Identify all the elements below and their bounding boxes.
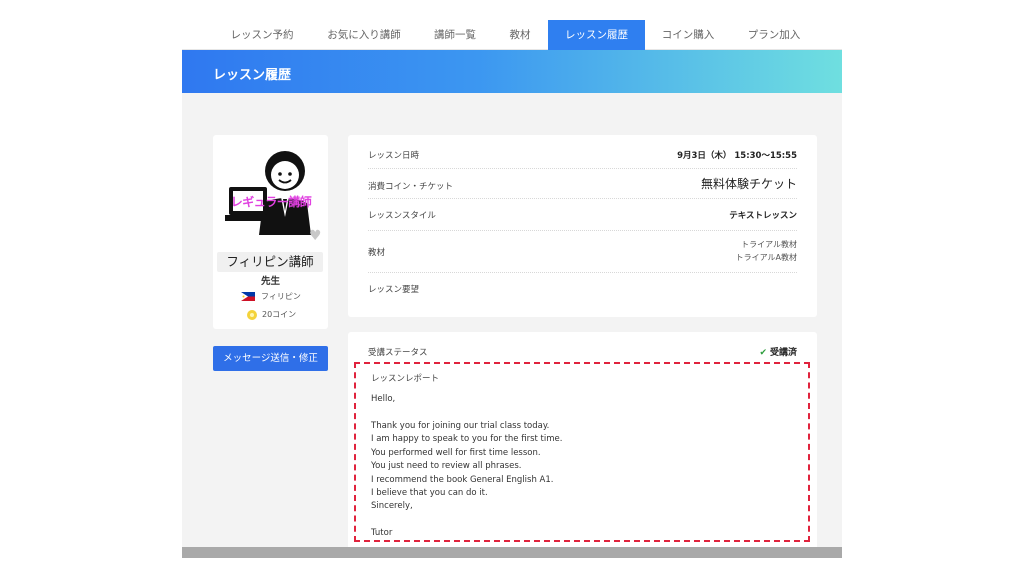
detail-label: レッスン日時 [368,151,420,161]
report-signature: Tutor [371,528,393,538]
coin-icon [247,309,257,320]
check-icon: ✔ [759,348,767,358]
page-banner: レッスン履歴 [182,50,842,93]
heart-icon[interactable]: ♥ [309,228,322,244]
lesson-details-card: レッスン日時 9月3日（木） 15:30〜15:55 消費コイン・チケット 無料… [348,135,817,317]
country-label: フィリピン [261,292,301,301]
detail-row-datetime: レッスン日時 9月3日（木） 15:30〜15:55 [368,135,797,169]
detail-row-requests: レッスン要望 [368,273,797,303]
detail-row-coins: 消費コイン・チケット 無料体験チケット [368,169,797,199]
detail-value: 9月3日（木） 15:30〜15:55 [677,151,797,161]
detail-row-style: レッスンスタイル テキストレッスン [368,199,797,231]
report-line: You just need to review all phrases. [371,461,522,471]
tutor-country: フィリピン [241,291,301,302]
report-line: Thank you for joining our trial class to… [371,421,550,431]
detail-label: レッスンスタイル [368,211,436,221]
tutor-rank-badge: レギュラー講師 [230,195,312,209]
tab-lesson-history[interactable]: レッスン履歴 [548,20,645,50]
lesson-report-highlight: レッスンレポート Hello, Thank you for joining ou… [354,362,810,542]
detail-label: レッスン要望 [368,285,420,295]
coin-label: 20コイン [262,310,297,319]
bottom-scrollbar[interactable] [182,547,842,558]
tab-favorite-tutors[interactable]: お気に入り講師 [316,20,412,50]
report-line: I am happy to speak to you for the first… [371,434,563,444]
detail-row-materials: 教材 トライアル教材 トライアルA教材 [368,231,797,273]
status-label: 受講ステータス [368,348,428,358]
tutor-profile-card: レギュラー講師 ♥ フィリピン講師 先生 フィリピン 20コイン [213,135,328,329]
tutor-coin-cost: 20コイン [247,309,296,320]
report-line: You performed well for first time lesson… [371,448,541,458]
detail-label: 消費コイン・チケット [368,182,454,192]
tutor-name: フィリピン講師 [217,252,323,272]
send-message-button[interactable]: メッセージ送信・修正 [213,346,328,371]
status-value: 受講済 [769,348,797,358]
philippines-flag-icon [241,292,255,301]
top-nav: レッスン予約 お気に入り講師 講師一覧 教材 レッスン履歴 コイン購入 プラン加… [182,20,842,50]
tab-join-plan[interactable]: プラン加入 [738,20,810,50]
report-line: I recommend the book General English A1. [371,475,554,485]
detail-value-1: トライアル教材 [741,240,797,249]
tab-materials[interactable]: 教材 [496,20,544,50]
page-title: レッスン履歴 [213,68,292,83]
status-value-group: ✔ 受講済 [759,345,797,358]
report-closing: Sincerely, [371,501,413,511]
detail-value: 無料体験チケット [700,177,797,191]
detail-value: テキストレッスン [729,211,797,221]
report-line: I believe that you can do it. [371,488,488,498]
app-frame: レッスン予約 お気に入り講師 講師一覧 教材 レッスン履歴 コイン購入 プラン加… [182,20,842,558]
tab-tutor-list[interactable]: 講師一覧 [422,20,488,50]
detail-label: 教材 [368,248,386,258]
tutor-avatar [225,151,311,235]
tab-buy-coins[interactable]: コイン購入 [654,20,722,50]
report-title: レッスンレポート [371,374,440,384]
detail-value-2: トライアルA教材 [735,253,797,262]
tab-lesson-booking[interactable]: レッスン予約 [218,20,306,50]
tutor-title: 先生 [260,276,280,287]
report-greeting: Hello, [371,394,396,404]
